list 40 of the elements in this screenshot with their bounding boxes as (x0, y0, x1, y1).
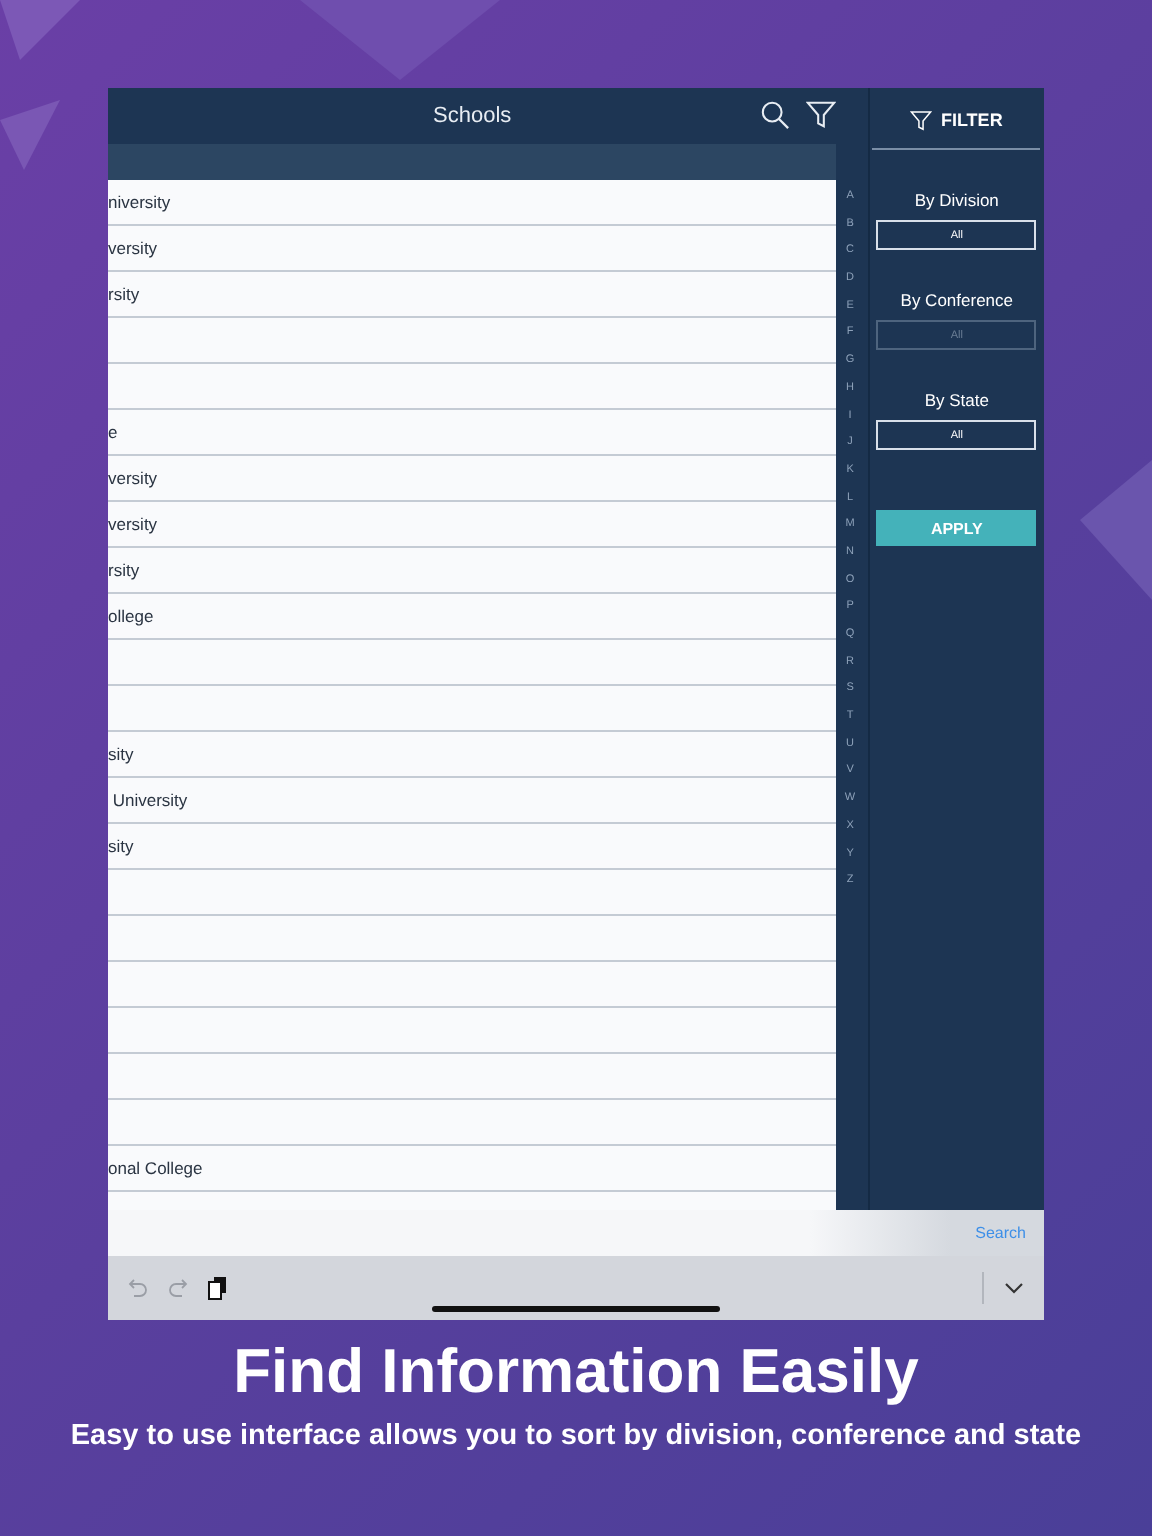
school-name: rsity (108, 560, 140, 580)
clipboard-icon[interactable] (208, 1276, 228, 1300)
filter-label: By Division (914, 190, 999, 210)
school-row[interactable]: sity (108, 824, 837, 870)
school-name: University (110, 790, 188, 810)
school-row[interactable]: versity (108, 502, 837, 548)
headline: Find Information Easily (233, 1336, 919, 1408)
school-row[interactable]: sity (108, 732, 837, 778)
redo-icon[interactable] (168, 1278, 188, 1298)
search-field[interactable] (108, 144, 837, 180)
school-row[interactable]: ollege (108, 594, 837, 640)
filter-title: FILTER (940, 110, 1003, 130)
school-row[interactable]: versity (108, 456, 837, 502)
school-row[interactable]: University (108, 778, 837, 824)
school-name: versity (108, 514, 158, 534)
filter-label: By Conference (900, 290, 1014, 310)
search-icon[interactable] (760, 100, 791, 130)
school-name: ollege (108, 606, 154, 626)
triangle-decoration (0, 100, 60, 170)
filter-label: By State (924, 390, 989, 410)
school-name: versity (108, 238, 158, 258)
school-row[interactable]: rsity (108, 548, 837, 594)
filter-icon[interactable] (806, 100, 837, 130)
school-row[interactable]: versity (108, 226, 837, 272)
school-name: sity (108, 836, 134, 856)
screen-title: Schools (433, 104, 512, 128)
school-name: niversity (108, 192, 171, 212)
undo-icon[interactable] (128, 1278, 148, 1298)
school-name: onal College (108, 1158, 203, 1178)
school-row[interactable]: e (108, 410, 837, 456)
school-row[interactable]: niversity (108, 180, 837, 226)
school-row[interactable]: onal College (108, 1146, 837, 1192)
school-name: sity (108, 744, 134, 764)
school-name: e (108, 422, 118, 442)
subheadline: Easy to use interface allows you to sort by division, conference and state (70, 1420, 1082, 1452)
school-name: rsity (108, 284, 140, 304)
school-name: versity (108, 468, 158, 488)
school-row[interactable]: rsity (108, 272, 837, 318)
chevron-down-icon[interactable] (1004, 1282, 1024, 1294)
triangle-decoration (0, 0, 80, 60)
